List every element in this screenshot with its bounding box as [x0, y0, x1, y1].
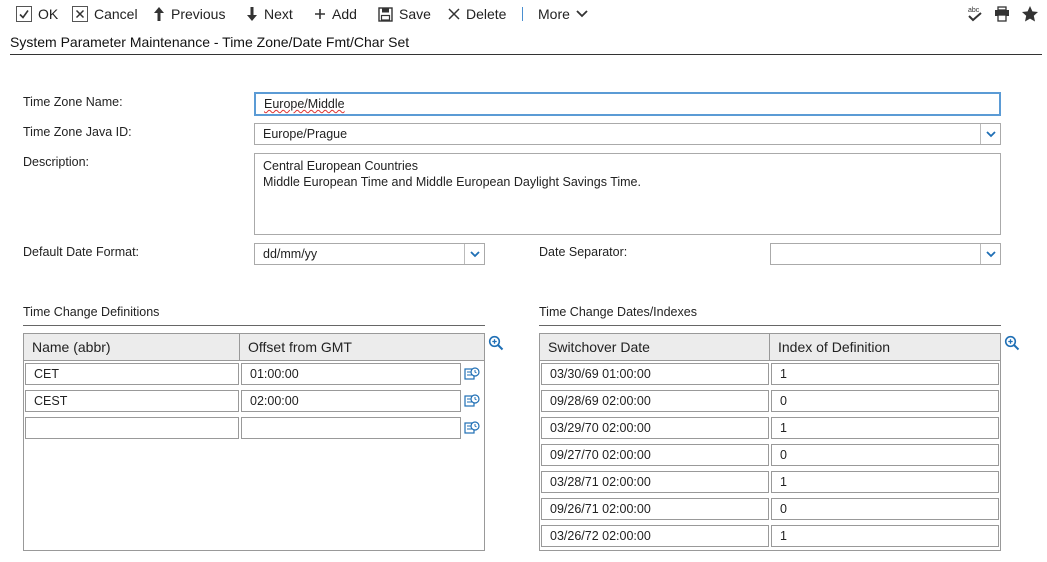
- name-cell[interactable]: [25, 417, 239, 439]
- description-textarea[interactable]: Central European Countries Middle Europe…: [254, 153, 1001, 235]
- description-label: Description:: [23, 155, 89, 169]
- dates-divider: [539, 325, 1001, 326]
- name-column-header[interactable]: Name (abbr): [24, 334, 240, 361]
- cancel-button[interactable]: Cancel: [72, 4, 138, 24]
- date-cell[interactable]: 09/27/70 02:00:00: [541, 444, 769, 466]
- save-label: Save: [399, 6, 431, 22]
- index-column-header[interactable]: Index of Definition: [770, 334, 1000, 361]
- description-line: Central European Countries: [263, 159, 418, 173]
- arrow-down-icon: [246, 6, 258, 22]
- date-format-select[interactable]: dd/mm/yy: [254, 243, 485, 265]
- definitions-divider: [23, 325, 485, 326]
- date-format-label: Default Date Format:: [23, 245, 140, 259]
- date-cell[interactable]: 09/28/69 02:00:00: [541, 390, 769, 412]
- title-divider: [10, 54, 1042, 55]
- page-title: System Parameter Maintenance - Time Zone…: [10, 34, 410, 50]
- previous-label: Previous: [171, 6, 226, 22]
- offset-cell[interactable]: [241, 417, 461, 439]
- date-separator-label: Date Separator:: [539, 245, 628, 259]
- zoom-in-icon[interactable]: [1004, 335, 1020, 351]
- zoom-in-icon[interactable]: [488, 335, 504, 351]
- time-zone-name-value: Europe/Middle: [264, 97, 345, 111]
- next-label: Next: [264, 6, 293, 22]
- index-cell[interactable]: 1: [771, 417, 999, 439]
- toolbar: OK Cancel Previous Next Add Save Delete …: [0, 0, 1047, 28]
- ok-label: OK: [38, 6, 59, 22]
- definitions-grid: Name (abbr) Offset from GMT CET 01:00:00…: [23, 333, 485, 551]
- svg-text:abc: abc: [968, 7, 980, 14]
- more-label: More: [538, 6, 570, 22]
- floppy-disk-icon: [378, 6, 393, 22]
- time-picker-icon[interactable]: [464, 420, 480, 436]
- name-cell[interactable]: CET: [25, 363, 239, 385]
- delete-button[interactable]: Delete: [448, 4, 506, 24]
- arrow-up-icon: [153, 6, 165, 22]
- index-cell[interactable]: 1: [771, 471, 999, 493]
- dates-section-label: Time Change Dates/Indexes: [539, 305, 697, 319]
- chevron-down-icon[interactable]: [464, 244, 484, 264]
- java-id-label: Time Zone Java ID:: [23, 125, 132, 139]
- save-button[interactable]: Save: [378, 4, 431, 24]
- description-line: Middle European Time and Middle European…: [263, 175, 641, 189]
- next-button[interactable]: Next: [246, 4, 293, 24]
- time-zone-name-label: Time Zone Name:: [23, 95, 123, 109]
- date-format-value: dd/mm/yy: [263, 247, 318, 261]
- date-cell[interactable]: 03/29/70 02:00:00: [541, 417, 769, 439]
- switchover-date-column-header[interactable]: Switchover Date: [540, 334, 770, 361]
- date-separator-select[interactable]: [770, 243, 1001, 265]
- offset-cell[interactable]: 02:00:00: [241, 390, 461, 412]
- offset-column-header[interactable]: Offset from GMT: [240, 334, 484, 361]
- index-cell[interactable]: 0: [771, 498, 999, 520]
- checkmark-icon: [16, 6, 32, 22]
- index-cell[interactable]: 1: [771, 525, 999, 547]
- date-cell[interactable]: 03/28/71 02:00:00: [541, 471, 769, 493]
- more-button[interactable]: More: [538, 4, 594, 24]
- previous-button[interactable]: Previous: [153, 4, 225, 24]
- date-cell[interactable]: 03/26/72 02:00:00: [541, 525, 769, 547]
- index-cell[interactable]: 1: [771, 363, 999, 385]
- cancel-label: Cancel: [94, 6, 138, 22]
- toolbar-divider: [522, 7, 523, 21]
- delete-label: Delete: [466, 6, 507, 22]
- close-icon: [448, 8, 460, 20]
- chevron-down-icon: [576, 10, 588, 18]
- index-cell[interactable]: 0: [771, 444, 999, 466]
- date-cell[interactable]: 03/30/69 01:00:00: [541, 363, 769, 385]
- time-zone-name-input[interactable]: Europe/Middle: [254, 92, 1001, 116]
- offset-cell[interactable]: 01:00:00: [241, 363, 461, 385]
- add-label: Add: [332, 6, 357, 22]
- java-id-value: Europe/Prague: [263, 127, 348, 141]
- definitions-section-label: Time Change Definitions: [23, 305, 160, 319]
- spellcheck-icon[interactable]: abc: [966, 5, 984, 26]
- close-icon: [72, 6, 88, 22]
- chevron-down-icon[interactable]: [980, 124, 1000, 144]
- date-cell[interactable]: 09/26/71 02:00:00: [541, 498, 769, 520]
- time-picker-icon[interactable]: [464, 393, 480, 409]
- add-button[interactable]: Add: [314, 4, 357, 24]
- time-picker-icon[interactable]: [464, 366, 480, 382]
- name-cell[interactable]: CEST: [25, 390, 239, 412]
- star-icon[interactable]: [1021, 5, 1039, 26]
- chevron-down-icon[interactable]: [980, 244, 1000, 264]
- plus-icon: [314, 8, 326, 20]
- print-icon[interactable]: [993, 5, 1011, 26]
- dates-grid: Switchover Date Index of Definition 03/3…: [539, 333, 1001, 551]
- index-cell[interactable]: 0: [771, 390, 999, 412]
- ok-button[interactable]: OK: [16, 4, 58, 24]
- java-id-select[interactable]: Europe/Prague: [254, 123, 1001, 145]
